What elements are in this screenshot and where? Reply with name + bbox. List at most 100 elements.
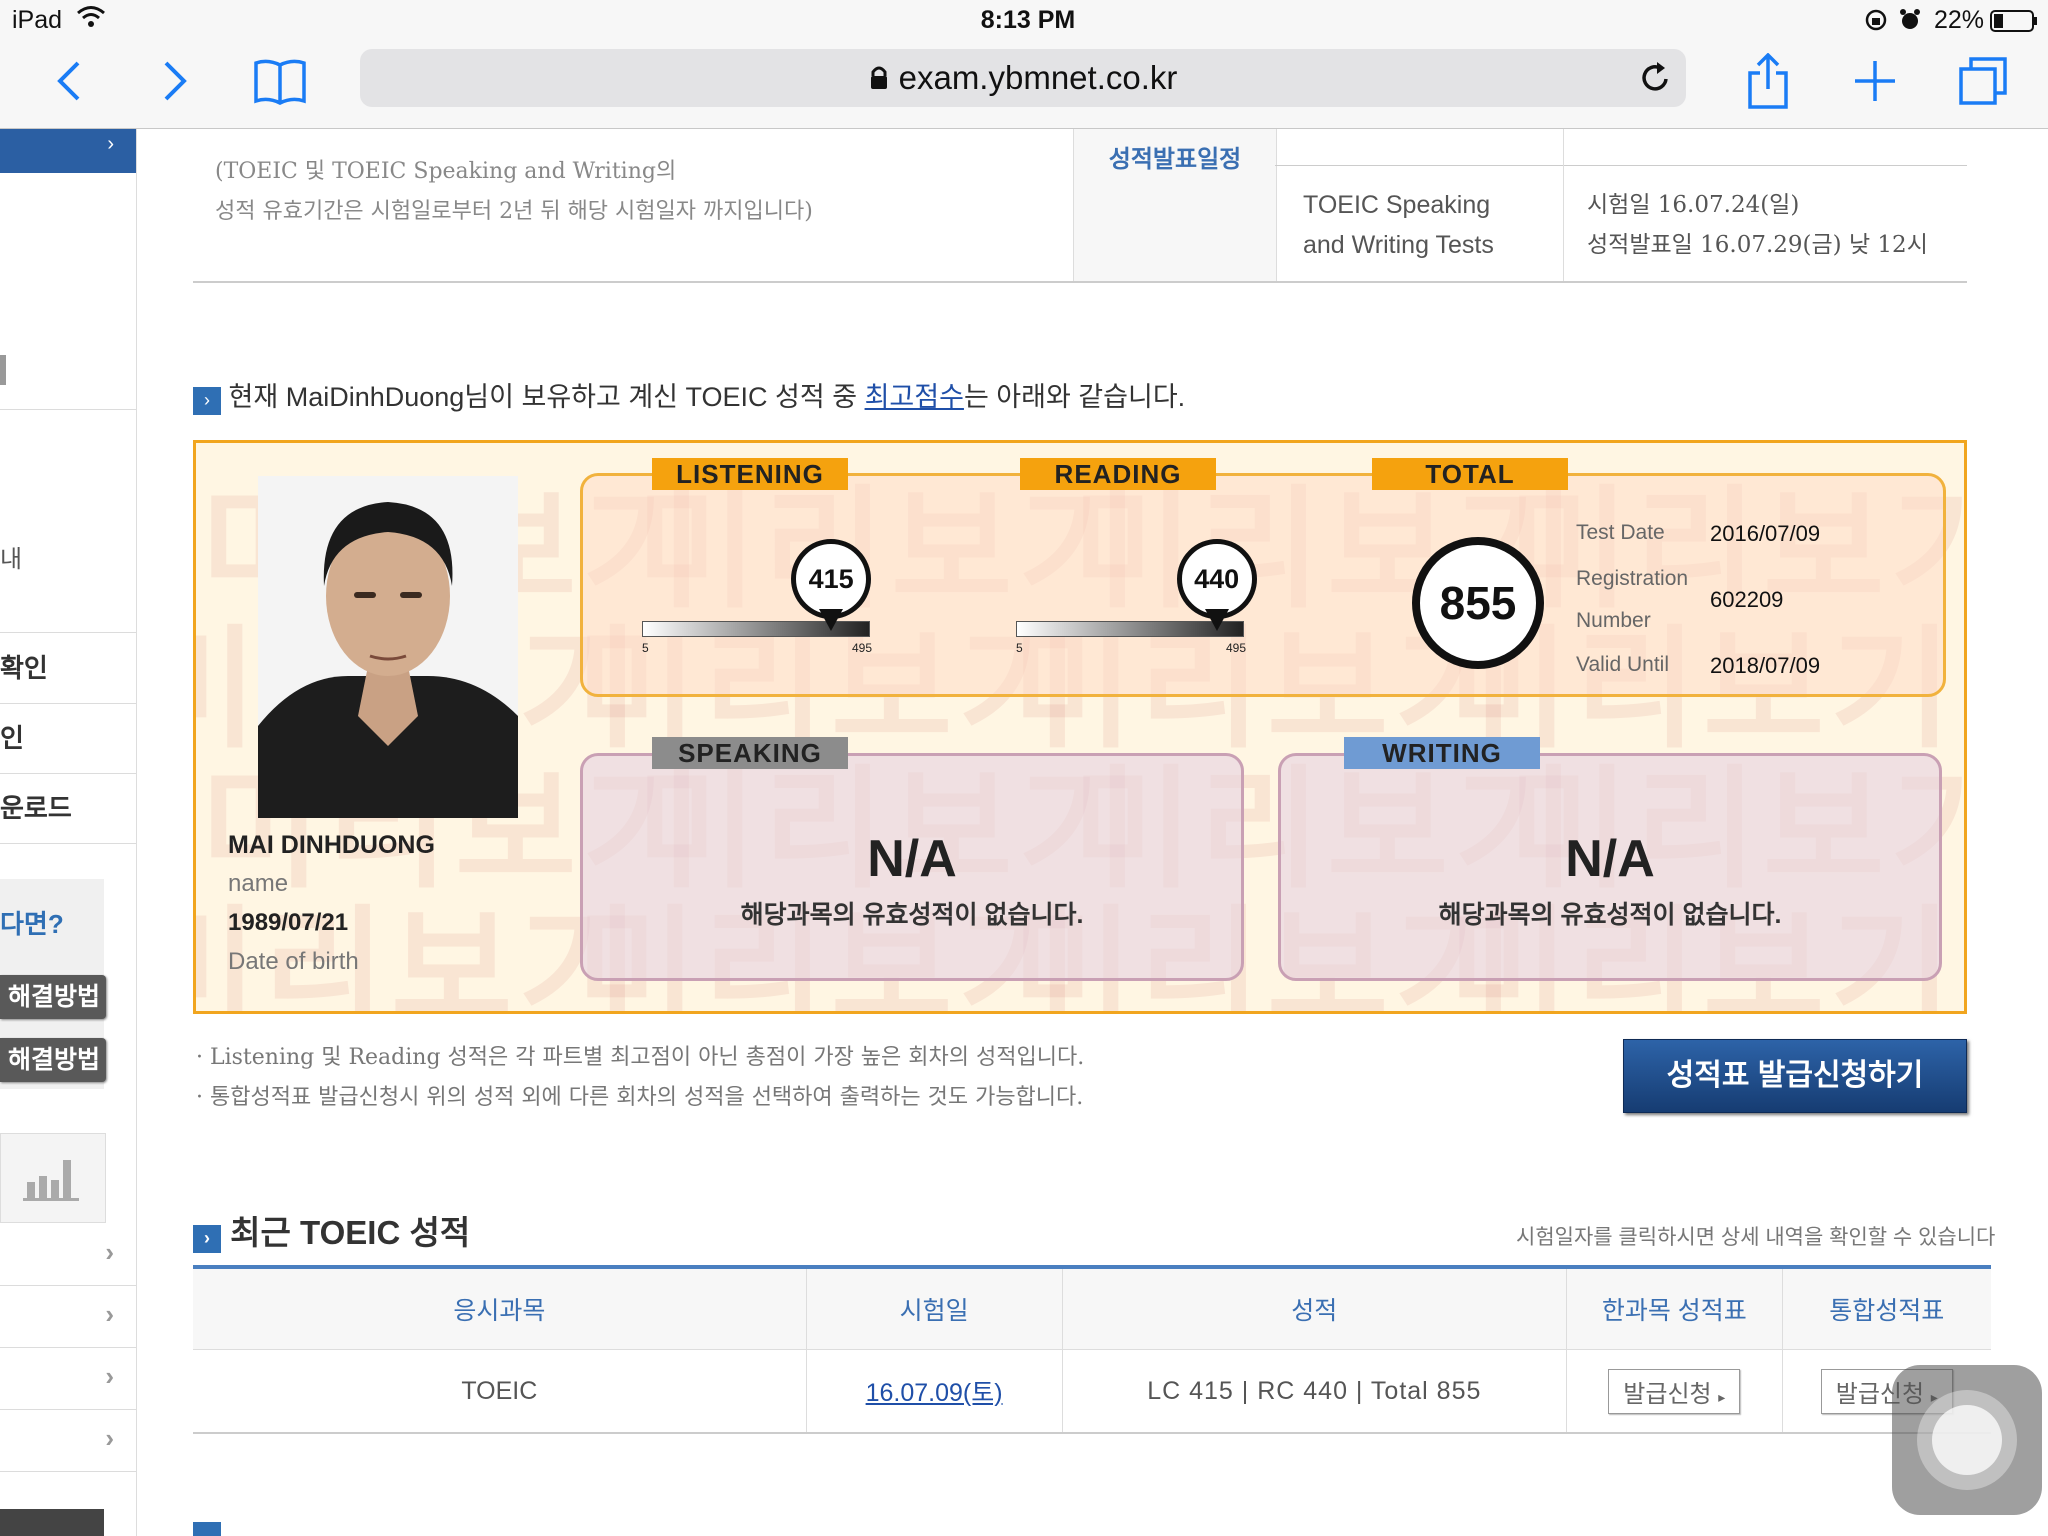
triangle-right-icon: ▸ <box>1718 1388 1726 1405</box>
test-date-value: 2016/07/09 <box>1710 521 1821 546</box>
column-header: 통합성적표 <box>1782 1265 1991 1350</box>
score-cell: LC 415 | RC 440 | Total 855 <box>1062 1349 1568 1434</box>
column-header: 한과목 성적표 <box>1566 1265 1783 1350</box>
alarm-icon <box>1898 8 1922 39</box>
new-tab-icon[interactable] <box>1840 46 1910 116</box>
sidebar-item-download[interactable]: 운로드 <box>0 773 136 844</box>
assistive-touch-button[interactable] <box>1892 1365 2042 1515</box>
valid-until-value: 2018/07/09 <box>1710 653 1821 678</box>
sidebar-item-check[interactable]: 확인 <box>0 633 136 704</box>
sidebar-chart-box[interactable] <box>0 1133 106 1223</box>
date-of-birth: 1989/07/21 <box>228 909 349 936</box>
reading-tag: READING <box>1020 458 1216 490</box>
date-cell: 16.07.09(토) <box>806 1349 1063 1434</box>
column-divider <box>1563 129 1564 281</box>
sidebar-header-bar[interactable]: › <box>0 129 136 173</box>
subject-cell: TOEIC <box>193 1349 807 1434</box>
lock-icon <box>869 61 889 99</box>
total-score-circle: 855 <box>1412 537 1544 669</box>
assistive-touch-dot <box>1932 1405 2002 1475</box>
registration-number: 602209 <box>1710 587 1784 612</box>
battery-percent: 22% <box>1934 6 1985 34</box>
column-header: 응시과목 <box>193 1265 807 1350</box>
schedule-dates: 시험일 16.07.24(일) 성적발표일 16.07.29(금) 낮 12시 <box>1587 185 1928 265</box>
sidebar-link[interactable]: › <box>0 1285 136 1348</box>
sidebar-divider <box>0 409 136 410</box>
sidebar-item-label: 확인 <box>0 653 48 683</box>
issue-report-button[interactable]: 성적표 발급신청하기 <box>1623 1039 1967 1113</box>
scale-max: 495 <box>852 641 873 655</box>
sidebar-link[interactable]: › <box>0 1223 136 1286</box>
arrow-icon: › <box>193 1224 221 1253</box>
bookmarks-icon[interactable] <box>245 46 315 116</box>
recent-scores-table: 응시과목 시험일 성적 한과목 성적표 통합성적표 TOEIC 16.07.09… <box>193 1265 1991 1434</box>
bar-chart-icon <box>21 1152 81 1207</box>
scale-min: 5 <box>1016 641 1023 655</box>
row-divider <box>1275 165 1967 166</box>
single-report-button[interactable]: 발급신청 ▸ <box>1608 1368 1741 1414</box>
table-header-row: 응시과목 시험일 성적 한과목 성적표 통합성적표 <box>193 1265 1991 1350</box>
intro-prefix: 현재 MaiDinhDuong님이 보유하고 계신 TOEIC 성적 중 <box>228 382 865 412</box>
sidebar-link[interactable]: › <box>0 1409 136 1472</box>
validity-note: (TOEIC 및 TOEIC Speaking and Writing의 <box>215 159 677 184</box>
sidebar-link[interactable]: › <box>0 1347 136 1410</box>
back-button[interactable] <box>34 46 104 116</box>
sidebar: › 내 확인 인 운로드 다면? 해결방법 해결방법 › › › › <box>0 129 137 1536</box>
chevron-right-icon: › <box>105 1361 114 1391</box>
sidebar-marker <box>0 355 6 385</box>
solution-button[interactable]: 해결방법 <box>0 1038 106 1082</box>
candidate-photo <box>258 476 518 818</box>
clock: 8:13 PM <box>980 6 1076 34</box>
forward-button[interactable] <box>140 46 210 116</box>
listening-tag: LISTENING <box>652 458 848 490</box>
dob-label: Date of birth <box>228 948 359 975</box>
next-section-arrow-icon <box>193 1522 221 1536</box>
single-report-cell: 발급신청 ▸ <box>1566 1349 1783 1434</box>
share-icon[interactable] <box>1733 46 1803 116</box>
schedule-header-cell: 성적발표일정 <box>1073 129 1277 281</box>
result-date: 성적발표일 16.07.29(금) 낮 12시 <box>1587 232 1928 258</box>
total-tag: TOTAL <box>1372 458 1568 490</box>
device-label: iPad <box>12 6 63 34</box>
test-name-line: and Writing Tests <box>1303 231 1494 259</box>
writing-tag: WRITING <box>1344 737 1540 769</box>
note: · 통합성적표 발급신청시 위의 성적 외에 다른 회차의 성적을 선택하여 출… <box>196 1085 1084 1110</box>
writing-score: N/A <box>1565 830 1655 888</box>
sidebar-footer-block <box>0 1509 104 1536</box>
reload-icon[interactable] <box>1640 61 1672 100</box>
chevron-right-icon: › <box>105 1237 114 1267</box>
rotation-lock-icon <box>1864 8 1888 39</box>
scale-min: 5 <box>642 641 649 655</box>
arrow-icon: › <box>193 386 221 415</box>
name-label: name <box>228 870 289 897</box>
schedule-header: 성적발표일정 <box>1108 146 1242 173</box>
test-name-line: TOEIC Speaking <box>1303 191 1491 219</box>
recent-title-text: 최근 TOEIC 성적 <box>230 1214 471 1251</box>
button-label: 발급신청 <box>1623 1380 1712 1408</box>
tabs-icon[interactable] <box>1948 46 2018 116</box>
best-score-link[interactable]: 최고점수 <box>865 382 964 412</box>
test-date-link[interactable]: 16.07.09(토) <box>866 1379 1003 1407</box>
chevron-right-icon: › <box>105 1299 114 1329</box>
solution-button[interactable]: 해결방법 <box>0 975 106 1019</box>
speaking-no-score: 해당과목의 유효성적이 없습니다. <box>740 901 1084 929</box>
score-card: 미리보기 미리보기 미리보기 미리보기 미리보기 미리보기 미리보기 미리보기 … <box>193 440 1967 1014</box>
sidebar-help-title: 다면? <box>0 909 64 939</box>
sidebar-item-label: 인 <box>0 723 24 753</box>
battery-icon <box>1990 10 2038 39</box>
candidate-name: MAI DINHDUONG <box>228 831 435 859</box>
intro-suffix: 는 아래와 같습니다. <box>963 382 1186 412</box>
recent-title: › 최근 TOEIC 성적 <box>193 1206 470 1254</box>
speaking-tag: SPEAKING <box>652 737 848 769</box>
url-text: exam.ybmnet.co.kr <box>898 59 1178 96</box>
recent-hint: 시험일자를 클릭하시면 상세 내역을 확인할 수 있습니다 <box>1516 1226 1996 1249</box>
chevron-right-icon: › <box>107 133 114 155</box>
best-score-intro: › 현재 MaiDinhDuong님이 보유하고 계신 TOEIC 성적 중 최… <box>193 375 1185 415</box>
validity-note: 성적 유효기간은 시험일로부터 2년 뒤 해당 시험일자 까지입니다) <box>215 199 813 224</box>
sidebar-item-confirm[interactable]: 인 <box>0 703 136 774</box>
valid-until-label: Valid Until <box>1576 653 1669 676</box>
web-page: › 내 확인 인 운로드 다면? 해결방법 해결방법 › › › › (TOEI… <box>0 129 2048 1536</box>
writing-no-score: 해당과목의 유효성적이 없습니다. <box>1438 901 1782 929</box>
test-date: 시험일 16.07.24(일) <box>1587 192 1800 218</box>
address-bar[interactable]: exam.ybmnet.co.kr <box>360 49 1686 107</box>
